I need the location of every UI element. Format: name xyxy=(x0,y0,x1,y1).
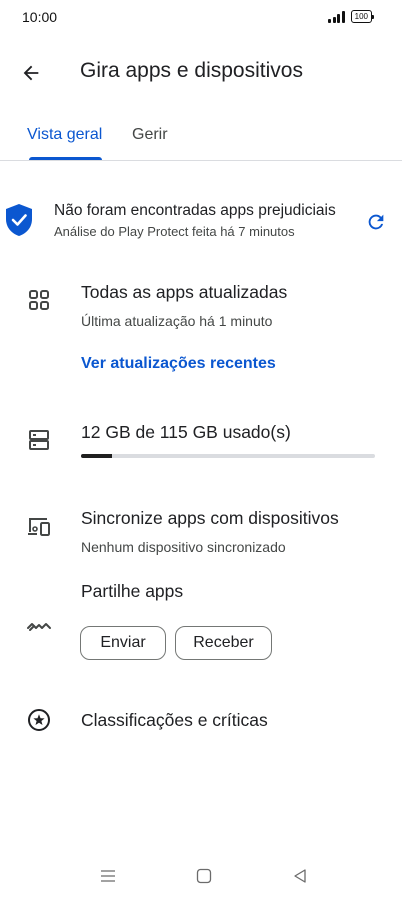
back-triangle-icon xyxy=(294,869,306,883)
nav-menu-button[interactable] xyxy=(93,862,123,890)
send-button[interactable]: Enviar xyxy=(80,626,166,660)
status-icons: 100 xyxy=(328,10,375,23)
apps-grid-icon xyxy=(26,287,52,313)
status-time: 10:00 xyxy=(22,9,58,25)
tab-divider xyxy=(0,160,402,161)
share-title: Partilhe apps xyxy=(81,581,184,601)
sync-title: Sincronize apps com dispositivos xyxy=(81,508,339,528)
arrow-back-icon xyxy=(23,65,39,81)
protect-status-title: Não foram encontradas apps prejudiciais xyxy=(54,202,336,219)
refresh-scan-button[interactable] xyxy=(362,208,390,236)
see-recent-updates-link[interactable]: Ver atualizações recentes xyxy=(81,355,276,373)
battery-icon: 100 xyxy=(350,10,375,23)
back-button[interactable] xyxy=(14,56,48,90)
sync-subtitle: Nenhum dispositivo sincronizado xyxy=(81,539,286,555)
nearby-share-icon xyxy=(26,613,52,639)
storage-progress-bar xyxy=(81,454,375,458)
home-square-icon xyxy=(196,868,212,884)
tab-overview[interactable]: Vista geral xyxy=(27,126,102,144)
protect-status-subtitle: Análise do Play Protect feita há 7 minut… xyxy=(54,224,295,239)
nav-home-button[interactable] xyxy=(189,862,219,890)
signal-icon xyxy=(328,10,345,23)
refresh-icon xyxy=(368,214,384,230)
star-circle-icon xyxy=(26,707,52,733)
updates-subtitle: Última atualização há 1 minuto xyxy=(81,313,273,329)
menu-icon xyxy=(101,870,115,882)
receive-button[interactable]: Receber xyxy=(175,626,272,660)
updates-title: Todas as apps atualizadas xyxy=(81,282,288,302)
nav-back-button[interactable] xyxy=(285,862,315,890)
page-title: Gira apps e dispositivos xyxy=(80,59,303,82)
storage-icon xyxy=(26,427,52,453)
devices-icon xyxy=(26,513,52,539)
storage-progress-fill xyxy=(81,454,112,458)
storage-title: 12 GB de 115 GB usado(s) xyxy=(81,422,291,442)
shield-check-icon xyxy=(4,203,34,242)
tab-manage[interactable]: Gerir xyxy=(132,126,168,144)
ratings-title[interactable]: Classificações e críticas xyxy=(81,710,268,731)
